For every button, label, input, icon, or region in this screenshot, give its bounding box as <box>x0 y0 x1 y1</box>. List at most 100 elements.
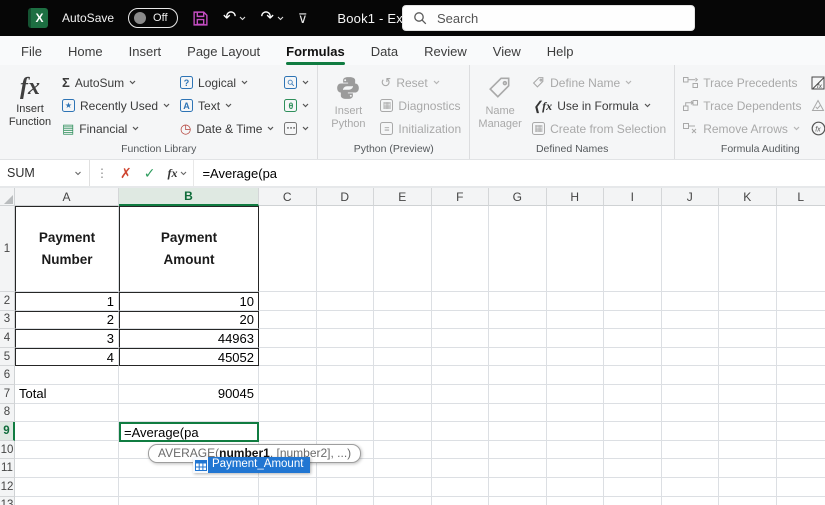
cell-B12[interactable] <box>119 477 259 497</box>
column-header-H[interactable]: H <box>546 188 604 206</box>
row-header-12[interactable]: 12 <box>0 477 15 497</box>
cell-J3[interactable] <box>661 310 719 330</box>
name-box[interactable]: SUM <box>0 160 90 186</box>
text-button[interactable]: A Text <box>175 94 279 117</box>
save-button[interactable] <box>192 10 209 27</box>
cell-D1[interactable] <box>316 206 374 292</box>
row-header-7[interactable]: 7 <box>0 384 15 404</box>
row-header-1[interactable]: 1 <box>0 206 15 292</box>
cell-D4[interactable] <box>316 329 374 348</box>
cell-E2[interactable] <box>374 292 432 311</box>
cell-E9[interactable] <box>374 422 432 441</box>
cell-L1[interactable] <box>776 206 825 292</box>
cell-G1[interactable] <box>489 206 547 292</box>
tab-page-layout[interactable]: Page Layout <box>174 39 273 65</box>
show-formulas-button[interactable]: fx <box>806 71 825 94</box>
diagnostics-button[interactable]: ▦ Diagnostics <box>375 94 466 117</box>
tab-home[interactable]: Home <box>55 39 116 65</box>
cell-B8[interactable] <box>119 403 259 423</box>
cell-K13[interactable] <box>719 496 777 505</box>
column-header-D[interactable]: D <box>316 188 374 206</box>
cell-L3[interactable] <box>776 311 825 330</box>
cell-H3[interactable] <box>546 310 604 330</box>
cell-A10[interactable] <box>15 440 119 460</box>
cell-K5[interactable] <box>719 347 777 367</box>
autocomplete-item-payment-amount[interactable]: Payment_Amount <box>193 457 311 473</box>
cell-K2[interactable] <box>719 292 777 311</box>
cell-G7[interactable] <box>489 384 547 404</box>
cell-F13[interactable] <box>432 496 489 505</box>
cell-G10[interactable] <box>489 440 547 460</box>
cell-G11[interactable] <box>489 459 547 478</box>
cell-A9[interactable] <box>15 422 119 441</box>
cell-G4[interactable] <box>489 329 547 348</box>
enter-button[interactable]: ✓ <box>138 160 162 186</box>
cell-A12[interactable] <box>15 477 119 497</box>
cell-K9[interactable] <box>719 422 777 441</box>
cancel-button[interactable]: ✗ <box>114 160 138 186</box>
cell-I1[interactable] <box>604 206 662 292</box>
cell-H8[interactable] <box>546 403 604 423</box>
date-time-button[interactable]: ◷ Date & Time <box>175 117 279 140</box>
cell-L11[interactable] <box>776 459 825 478</box>
cell-E7[interactable] <box>374 384 432 404</box>
cell-D2[interactable] <box>316 292 374 311</box>
cell-E1[interactable] <box>374 206 432 292</box>
column-header-I[interactable]: I <box>604 188 662 206</box>
cell-F11[interactable] <box>431 459 489 478</box>
cell-A7[interactable]: Total <box>15 384 119 404</box>
cell-J7[interactable] <box>661 384 719 404</box>
column-header-J[interactable]: J <box>661 188 719 206</box>
cell-C1[interactable] <box>259 206 317 292</box>
cell-L10[interactable] <box>776 441 825 460</box>
formula-input[interactable]: =Average(pa <box>193 160 825 186</box>
cell-C6[interactable] <box>259 366 317 385</box>
cell-B3[interactable]: 20 <box>119 310 259 330</box>
cell-F3[interactable] <box>431 310 489 330</box>
cell-J13[interactable] <box>662 496 719 505</box>
autosum-button[interactable]: Σ AutoSum <box>57 71 175 94</box>
cell-F12[interactable] <box>431 477 489 497</box>
cell-I4[interactable] <box>604 329 662 348</box>
column-header-C[interactable]: C <box>259 188 317 206</box>
tab-data[interactable]: Data <box>358 39 411 65</box>
cell-I12[interactable] <box>604 477 662 497</box>
row-header-6[interactable]: 6 <box>0 366 15 385</box>
cell-I6[interactable] <box>604 366 662 385</box>
cell-L7[interactable] <box>776 385 825 404</box>
cell-F1[interactable] <box>431 206 489 292</box>
cell-H4[interactable] <box>546 329 604 348</box>
cell-G6[interactable] <box>489 366 547 385</box>
cell-E4[interactable] <box>374 329 432 348</box>
cell-E6[interactable] <box>374 366 432 385</box>
cell-D8[interactable] <box>316 403 374 423</box>
cell-H1[interactable] <box>546 206 604 292</box>
cell-A8[interactable] <box>15 403 119 423</box>
cell-C4[interactable] <box>259 329 317 348</box>
error-checking-button[interactable] <box>806 94 825 117</box>
cell-D7[interactable] <box>316 384 374 404</box>
cell-C5[interactable] <box>259 347 317 367</box>
cell-E8[interactable] <box>374 403 432 423</box>
cell-L13[interactable] <box>777 497 825 505</box>
cell-A5[interactable]: 4 <box>15 347 119 367</box>
cell-G13[interactable] <box>489 496 547 505</box>
cell-H12[interactable] <box>546 477 604 497</box>
cell-L9[interactable] <box>776 422 825 441</box>
cell-B13[interactable] <box>119 496 259 505</box>
more-functions-button[interactable]: ⋯ <box>279 117 314 140</box>
column-header-A[interactable]: A <box>15 188 119 206</box>
cell-J12[interactable] <box>661 477 719 497</box>
lookup-reference-button[interactable] <box>279 71 314 94</box>
cell-B7[interactable]: 90045 <box>119 384 259 404</box>
cell-C12[interactable] <box>259 477 317 497</box>
cell-K7[interactable] <box>719 384 777 404</box>
cell-D13[interactable] <box>317 496 374 505</box>
column-header-B[interactable]: B <box>119 188 259 206</box>
cell-H13[interactable] <box>547 496 604 505</box>
cell-D3[interactable] <box>316 310 374 330</box>
financial-button[interactable]: ▤ Financial <box>57 117 175 140</box>
cell-J6[interactable] <box>661 366 719 385</box>
row-header-11[interactable]: 11 <box>0 459 15 478</box>
cell-K4[interactable] <box>719 329 777 348</box>
